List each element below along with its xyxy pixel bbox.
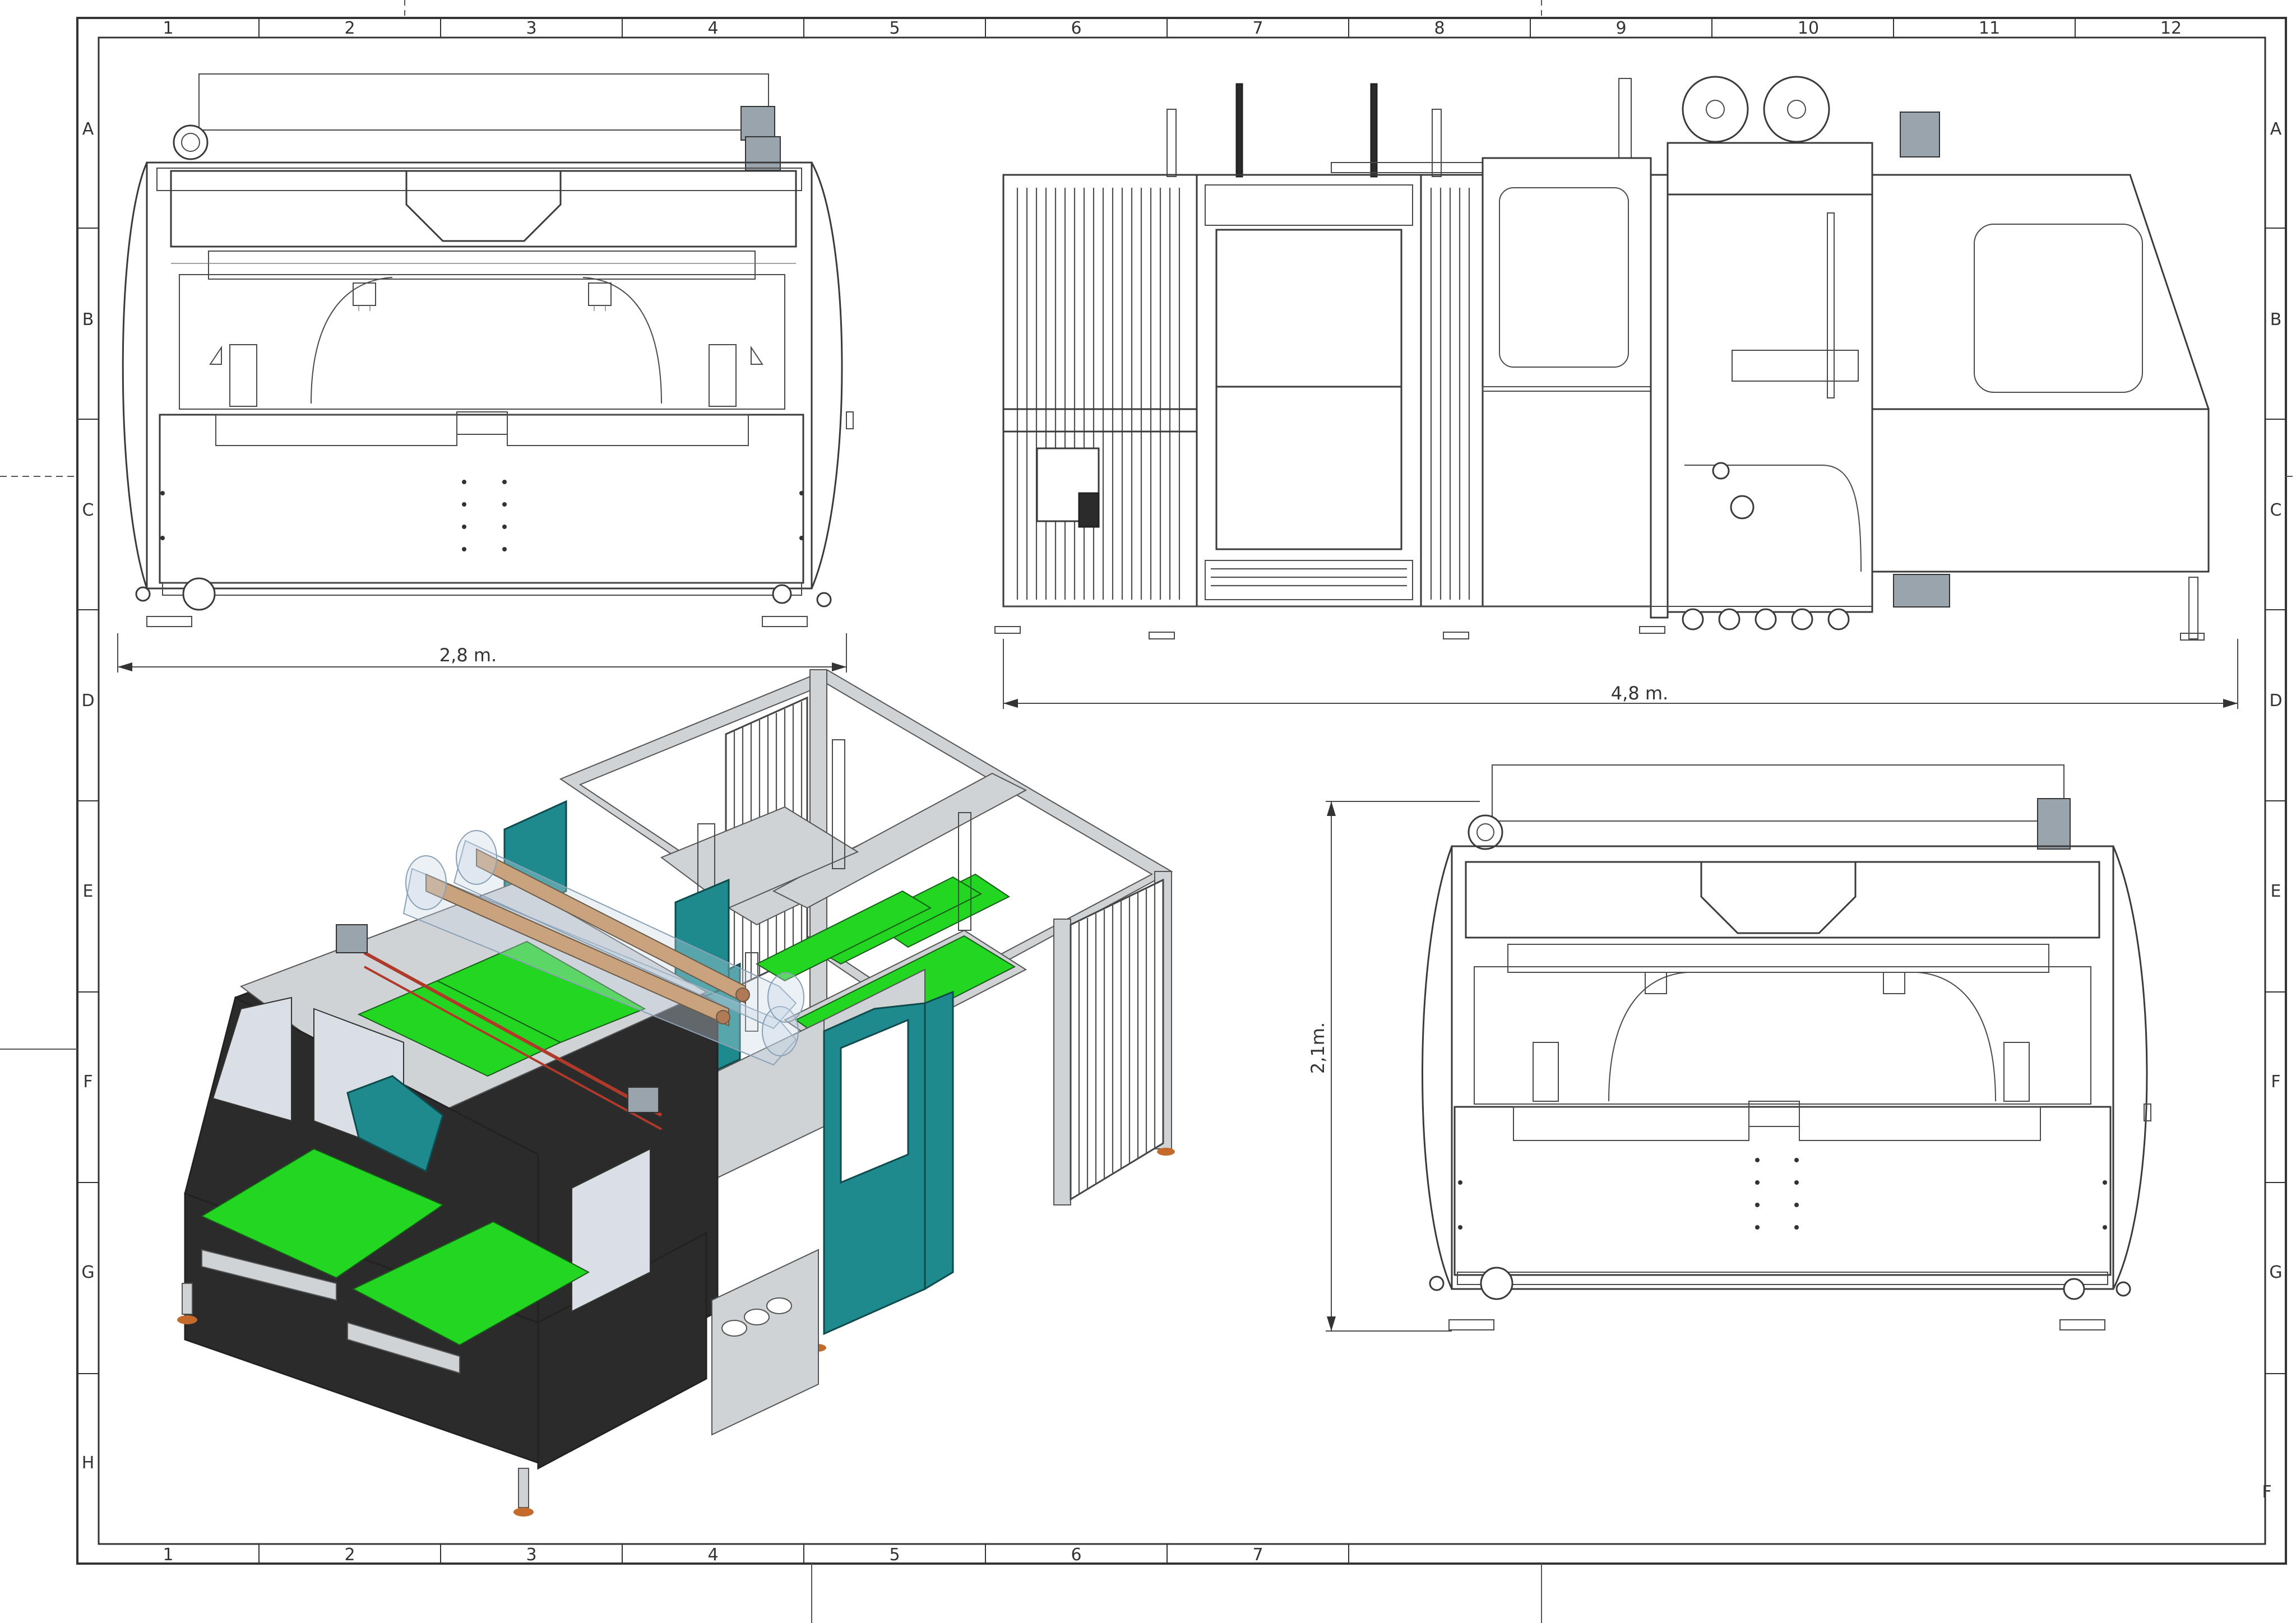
zone-col-5: 5 — [889, 18, 900, 38]
zone-col-1-bottom: 1 — [163, 1545, 173, 1565]
zone-col-8: 8 — [1434, 18, 1445, 38]
zone-col-4: 4 — [707, 18, 718, 38]
zone-row-d-right: D — [2269, 691, 2282, 711]
zone-row-f: F — [83, 1072, 92, 1092]
side-length-dimension: 4,8 m. — [1611, 683, 1668, 704]
zone-col-10: 10 — [1798, 18, 1819, 38]
zone-row-e-right: E — [2271, 882, 2281, 901]
zone-col-1: 1 — [163, 18, 173, 38]
technical-drawing-sheet: 1 2 3 4 5 6 7 8 9 10 11 12 1 2 3 4 5 6 7… — [0, 0, 2296, 1623]
zone-row-a-right: A — [2270, 119, 2282, 139]
zone-col-6-bottom: 6 — [1071, 1545, 1081, 1565]
zone-col-11: 11 — [1979, 18, 2000, 38]
zone-col-7: 7 — [1252, 18, 1263, 38]
zone-row-c-right: C — [2270, 500, 2282, 520]
zone-col-2-bottom: 2 — [344, 1545, 355, 1565]
end-height-dimension: 2,1m. — [1307, 1022, 1328, 1074]
zone-row-d: D — [81, 691, 94, 711]
zone-col-12: 12 — [2160, 18, 2182, 38]
zone-row-f-right: F — [2271, 1072, 2280, 1092]
zone-row-e: E — [83, 882, 94, 901]
zone-col-3-bottom: 3 — [526, 1545, 536, 1565]
zone-col-9: 9 — [1615, 18, 1626, 38]
zone-row-g-right: G — [2269, 1263, 2282, 1282]
zone-row-b-right: B — [2270, 310, 2282, 330]
zone-col-4-bottom: 4 — [707, 1545, 718, 1565]
zone-col-3: 3 — [526, 18, 536, 38]
zone-row-c: C — [82, 500, 94, 520]
zone-row-f-right-extra: F — [2262, 1482, 2271, 1502]
zone-col-5-bottom: 5 — [889, 1545, 900, 1565]
zone-col-2: 2 — [344, 18, 355, 38]
zone-row-h: H — [82, 1453, 95, 1473]
zone-row-g: G — [81, 1263, 94, 1282]
zone-col-7-bottom: 7 — [1252, 1545, 1263, 1565]
front-width-dimension: 2,8 m. — [439, 644, 497, 666]
zone-col-6: 6 — [1071, 18, 1081, 38]
zone-row-a: A — [82, 119, 94, 139]
zone-row-b: B — [82, 310, 94, 330]
